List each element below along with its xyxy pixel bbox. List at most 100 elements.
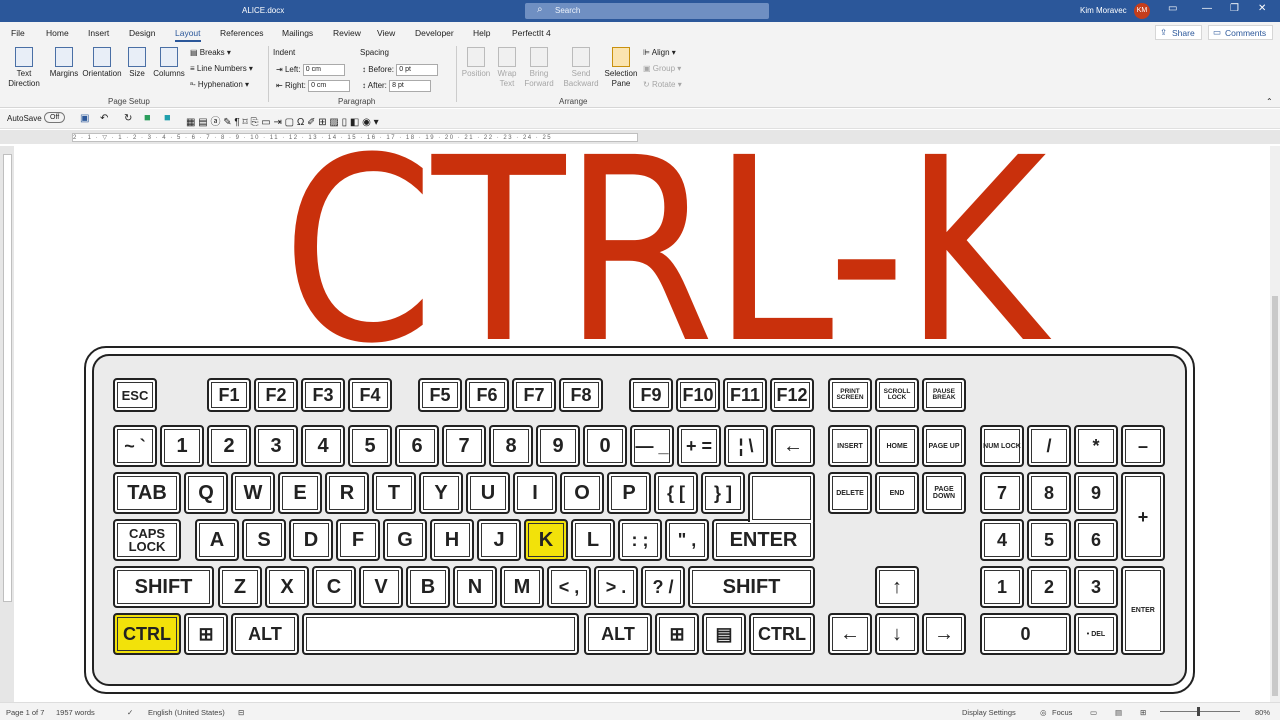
indent-right-label: Right: xyxy=(284,81,306,91)
send-backward-button[interactable]: Send Backward xyxy=(560,47,602,89)
collapse-ribbon-icon[interactable]: ⌃ xyxy=(1266,97,1273,106)
display-settings[interactable]: Display Settings xyxy=(962,708,1016,717)
save-icon[interactable]: ▣ xyxy=(80,113,89,124)
document-page[interactable]: CTRL-K ESC F1 F2 F3 F4 F5 F6 F7 F8 F9 F10 F11 F12 PRI… xyxy=(15,146,1270,702)
key-f: F xyxy=(336,519,380,561)
key-e: E xyxy=(278,472,322,514)
align-button[interactable]: ⊫ Align ▾ xyxy=(643,48,676,57)
web-layout-icon[interactable]: ⊞ xyxy=(1140,708,1146,717)
key-y: Y xyxy=(419,472,463,514)
position-label: Position xyxy=(461,69,491,78)
share-button[interactable]: ⇪ Share xyxy=(1155,25,1202,40)
read-mode-icon[interactable]: ▭ xyxy=(1090,708,1097,717)
key-np4: 4 xyxy=(980,519,1024,561)
key-n5: 5 xyxy=(348,425,392,467)
green-square-icon[interactable]: ■ xyxy=(144,112,151,124)
key-print-screen: PRINT SCREEN xyxy=(828,378,872,412)
key-star: * xyxy=(1074,425,1118,467)
key-menu: ▤ xyxy=(702,613,746,655)
ribbon-display-icon[interactable]: ▭ xyxy=(1168,3,1177,14)
key-t: T xyxy=(372,472,416,514)
tab-design[interactable]: Design xyxy=(129,28,155,38)
orientation-button[interactable]: Orientation xyxy=(81,47,123,79)
line-numbers-button[interactable]: ≡ Line Numbers ▾ xyxy=(190,64,253,73)
selection-pane-button[interactable]: Selection Pane xyxy=(604,47,638,89)
tab-developer[interactable]: Developer xyxy=(415,28,454,38)
tab-view[interactable]: View xyxy=(377,28,395,38)
size-button[interactable]: Size xyxy=(125,47,149,79)
key-f3: F3 xyxy=(301,378,345,412)
tab-file[interactable]: File xyxy=(11,28,25,38)
comments-button[interactable]: ▭ Comments xyxy=(1208,25,1274,40)
key-ctrl-l: CTRL xyxy=(113,613,181,655)
indent-right-input[interactable]: 0 cm xyxy=(308,80,351,92)
key-esc: ESC xyxy=(113,378,157,412)
scroll-thumb[interactable] xyxy=(1272,296,1278,696)
page-count[interactable]: Page 1 of 7 xyxy=(6,708,44,717)
vertical-scrollbar[interactable] xyxy=(1270,146,1280,702)
group-button[interactable]: ▣ Group ▾ xyxy=(643,64,681,73)
rotate-button[interactable]: ↻ Rotate ▾ xyxy=(643,80,682,89)
text-direction-button[interactable]: Text Direction xyxy=(4,47,44,89)
breaks-button[interactable]: ▤ Breaks ▾ xyxy=(190,48,231,57)
vertical-ruler[interactable] xyxy=(0,146,14,702)
zoom-level[interactable]: 80% xyxy=(1255,708,1270,717)
teal-square-icon[interactable]: ■ xyxy=(164,112,171,124)
key-ctrl-r: CTRL xyxy=(749,613,815,655)
search-placeholder: Search xyxy=(555,6,581,15)
word-count[interactable]: 1957 words xyxy=(56,708,95,717)
user-name[interactable]: Kim Moravec xyxy=(1080,6,1127,15)
margins-button[interactable]: Margins xyxy=(47,47,81,79)
key-enter-upper xyxy=(748,472,815,522)
redo-icon[interactable]: ↻ xyxy=(124,113,132,124)
tab-insert[interactable]: Insert xyxy=(88,28,109,38)
tab-home[interactable]: Home xyxy=(46,28,69,38)
search-box[interactable]: ⌕ Search xyxy=(525,3,769,19)
focus-label[interactable]: Focus xyxy=(1052,708,1072,717)
tab-help[interactable]: Help xyxy=(473,28,490,38)
hyphenation-button[interactable]: ᵃ- Hyphenation ▾ xyxy=(190,80,249,89)
toolbar-icons[interactable]: ▦ ▤ ⓐ ✎ ¶ ⌑ ⎘ ▭ ⇥ ▢ Ω ✐ ⊞ ▨ ▯ ◧ ◉ ▾ xyxy=(186,113,379,128)
columns-icon xyxy=(160,47,178,67)
horizontal-ruler[interactable]: 2 · 1 · ▽ · 1 · 2 · 3 · 4 · 5 · 6 · 7 · … xyxy=(0,130,1280,144)
position-icon xyxy=(467,47,485,67)
wrap-text-button[interactable]: Wrap Text xyxy=(494,47,520,89)
undo-icon[interactable]: ↶ xyxy=(100,113,108,124)
title-bar: ALICE.docx ⌕ Search Kim Moravec KM ▭ — ❐ … xyxy=(0,0,1280,22)
proofing-icon[interactable]: ✓ xyxy=(127,708,133,717)
key-f1: F1 xyxy=(207,378,251,412)
print-layout-icon[interactable]: ▤ xyxy=(1115,708,1122,717)
position-button[interactable]: Position xyxy=(460,47,492,79)
avatar[interactable]: KM xyxy=(1134,3,1150,19)
zoom-slider[interactable] xyxy=(1160,711,1240,712)
restore-icon[interactable]: ❐ xyxy=(1230,3,1239,14)
spacing-before: ↕ Before: 0 pt xyxy=(362,64,439,76)
key-q: Q xyxy=(184,472,228,514)
key-l: L xyxy=(571,519,615,561)
close-icon[interactable]: ✕ xyxy=(1258,3,1266,14)
tab-mailings[interactable]: Mailings xyxy=(282,28,313,38)
key-lbrace: { [ xyxy=(654,472,698,514)
key-page-up: PAGE UP xyxy=(922,425,966,467)
focus-icon[interactable]: ◎ xyxy=(1040,708,1047,717)
tab-layout[interactable]: Layout xyxy=(175,28,201,42)
accessibility-icon[interactable]: ⊟ xyxy=(238,708,244,717)
spacing-after-input[interactable]: 8 pt xyxy=(389,80,432,92)
tab-perfectit[interactable]: PerfectIt 4 xyxy=(512,28,551,38)
indent-left-input[interactable]: 0 cm xyxy=(302,64,345,76)
spacing-before-input[interactable]: 0 pt xyxy=(396,64,439,76)
key-num-lock: NUM LOCK xyxy=(980,425,1024,467)
bring-forward-button[interactable]: Bring Forward xyxy=(522,47,556,89)
columns-button[interactable]: Columns xyxy=(151,47,187,79)
spacing-after-label: After: xyxy=(367,81,387,91)
margins-label: Margins xyxy=(49,69,79,78)
minimize-icon[interactable]: — xyxy=(1202,3,1212,14)
key-comma: < , xyxy=(547,566,591,608)
document-name[interactable]: ALICE.docx xyxy=(242,6,284,15)
tab-review[interactable]: Review xyxy=(333,28,361,38)
language[interactable]: English (United States) xyxy=(148,708,225,717)
zoom-slider-handle[interactable] xyxy=(1197,707,1200,716)
autosave-toggle[interactable]: Off xyxy=(44,112,66,123)
tab-references[interactable]: References xyxy=(220,28,263,38)
key-n6: 6 xyxy=(395,425,439,467)
